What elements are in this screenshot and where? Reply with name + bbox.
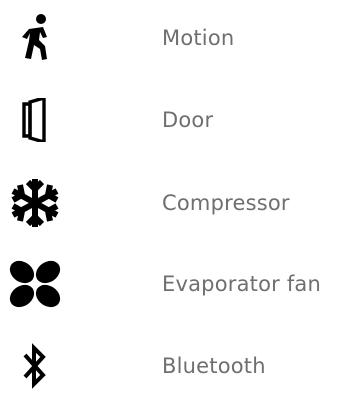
legend-label-motion: Motion — [162, 26, 235, 50]
status-icon-legend: Motion Door Compressor Evaporator fan Bl… — [0, 0, 358, 409]
legend-label-bluetooth: Bluetooth — [162, 354, 266, 378]
legend-label-evaporator-fan: Evaporator fan — [162, 272, 322, 296]
legend-item-motion: Motion — [0, 8, 358, 68]
fan-icon — [0, 254, 70, 314]
bluetooth-icon — [0, 336, 70, 396]
legend-label-door: Door — [162, 108, 214, 132]
door-icon — [0, 90, 70, 150]
legend-item-door: Door — [0, 90, 358, 150]
legend-item-bluetooth: Bluetooth — [0, 336, 358, 396]
legend-item-compressor: Compressor — [0, 173, 358, 233]
legend-label-compressor: Compressor — [162, 191, 290, 215]
motion-icon — [0, 8, 70, 68]
snowflake-icon — [0, 173, 70, 233]
legend-item-evaporator-fan: Evaporator fan — [0, 254, 358, 314]
